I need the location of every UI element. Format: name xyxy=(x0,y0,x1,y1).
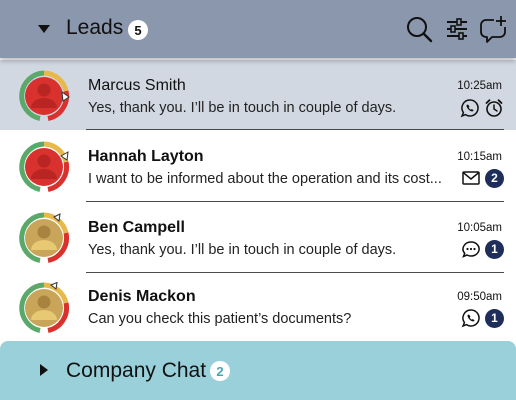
avatar xyxy=(18,141,70,193)
avatar xyxy=(18,212,70,264)
mail-icon xyxy=(462,171,480,185)
section-title: Leads xyxy=(66,16,124,39)
leads-section-header[interactable]: Leads 5 xyxy=(0,0,516,58)
leads-count-badge: 5 xyxy=(128,20,148,40)
row-status-icons xyxy=(460,98,504,118)
filter-sliders-icon[interactable] xyxy=(442,14,472,44)
row-divider xyxy=(86,129,504,130)
lead-avatar-icon xyxy=(19,282,69,333)
search-icon[interactable] xyxy=(404,14,434,44)
lead-avatar-icon xyxy=(19,141,69,192)
avatar xyxy=(18,282,70,334)
unread-count-badge: 1 xyxy=(485,239,504,259)
lead-avatar-icon xyxy=(19,70,70,121)
row-status-icons: 1 xyxy=(461,239,504,259)
lead-avatar-icon xyxy=(19,212,69,263)
unread-count-badge: 1 xyxy=(485,308,504,328)
avatar xyxy=(18,70,70,122)
lead-row-denis-mackon[interactable]: Denis Mackon Can you check this patient’… xyxy=(0,273,516,343)
company-chat-section-header[interactable]: Company Chat 2 xyxy=(0,341,516,400)
chat-bubble-icon xyxy=(462,241,480,258)
lead-name: Denis Mackon xyxy=(88,288,196,305)
message-time: 10:05am xyxy=(457,222,502,234)
new-chat-icon[interactable] xyxy=(478,14,508,44)
message-time: 10:15am xyxy=(457,151,502,163)
alarm-clock-icon xyxy=(485,99,503,117)
lead-row-marcus-smith[interactable]: Marcus Smith Yes, thank you. I’ll be in … xyxy=(0,60,516,130)
lead-row-hannah-layton[interactable]: Hannah Layton I want to be informed abou… xyxy=(0,132,516,202)
unread-count-badge: 2 xyxy=(485,168,504,188)
lead-name: Hannah Layton xyxy=(88,148,204,165)
message-time: 10:25am xyxy=(457,80,502,92)
row-status-icons: 1 xyxy=(461,308,504,328)
company-chat-count-badge: 2 xyxy=(210,361,230,381)
row-status-icons: 2 xyxy=(461,168,504,188)
lead-name: Ben Campell xyxy=(88,219,185,236)
row-divider xyxy=(86,201,504,202)
lead-row-ben-campell[interactable]: Ben Campell Yes, thank you. I’ll be in t… xyxy=(0,203,516,273)
whatsapp-icon xyxy=(461,309,480,328)
message-preview: Can you check this patient’s documents? xyxy=(88,311,352,327)
lead-name: Marcus Smith xyxy=(88,77,186,94)
collapse-caret-icon[interactable] xyxy=(38,25,50,33)
whatsapp-icon xyxy=(460,99,479,118)
message-time: 09:50am xyxy=(457,291,502,303)
message-preview: Yes, thank you. I’ll be in touch in coup… xyxy=(88,242,397,258)
section-title: Company Chat xyxy=(66,359,207,382)
message-preview: Yes, thank you. I’ll be in touch in coup… xyxy=(88,100,397,116)
expand-caret-icon[interactable] xyxy=(40,364,48,376)
message-preview: I want to be informed about the operatio… xyxy=(88,171,442,187)
